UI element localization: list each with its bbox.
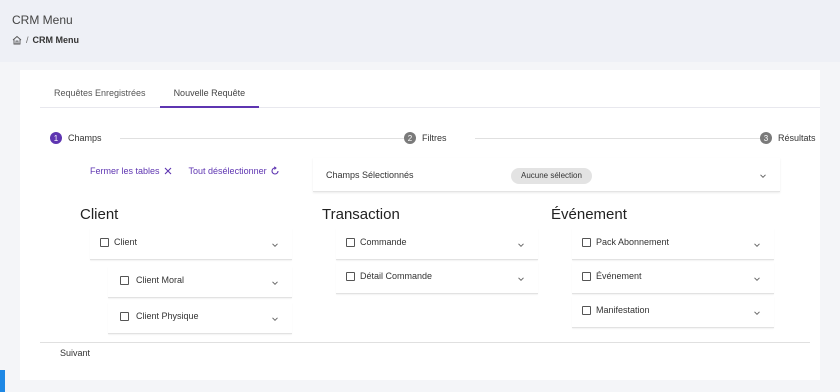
step-resultats[interactable]: 3 Résultats [760,132,816,144]
stepper: 1 Champs 2 Filtres 3 Résultats [50,132,820,146]
checkbox[interactable] [582,238,591,247]
refresh-icon [271,166,279,175]
chevron-down-icon[interactable] [270,240,280,250]
breadcrumb-separator: / [26,35,29,45]
table-item-label: Client Moral [136,275,185,285]
column-title-transaction: Transaction [322,206,400,223]
divider [40,342,810,343]
chevron-down-icon[interactable] [752,308,762,318]
breadcrumb: / CRM Menu [12,35,79,45]
step-number: 2 [404,132,416,144]
table-item-client-moral[interactable]: Client Moral [108,266,292,298]
step-number: 3 [760,132,772,144]
home-icon[interactable] [12,35,22,45]
chevron-down-icon[interactable] [752,274,762,284]
selected-fields-dropdown[interactable]: Champs Sélectionnés Aucune sélection [313,158,780,192]
step-label: Résultats [778,133,816,143]
checkbox[interactable] [346,238,355,247]
table-item-label: Pack Abonnement [596,237,670,247]
tab-new-query[interactable]: Nouvelle Requête [159,86,260,108]
table-actions: Fermer les tables Tout désélectionner [90,166,280,176]
close-tables-button[interactable]: Fermer les tables [90,166,173,176]
step-filtres[interactable]: 2 Filtres [404,132,447,144]
checkbox[interactable] [582,306,591,315]
chevron-down-icon[interactable] [758,171,768,181]
chevron-down-icon[interactable] [270,314,280,324]
table-item-label: Événement [596,271,642,281]
no-selection-chip: Aucune sélection [511,168,592,184]
step-connector [475,138,765,139]
tab-bar: Requêtes Enregistrées Nouvelle Requête [40,86,820,108]
close-icon [164,167,171,175]
chevron-down-icon[interactable] [516,274,526,284]
table-item-label: Client [114,237,138,247]
table-item-manifestation[interactable]: Manifestation [572,296,774,328]
step-number: 1 [50,132,62,144]
table-item-label: Commande [360,237,407,247]
checkbox[interactable] [582,272,591,281]
chevron-down-icon[interactable] [270,278,280,288]
breadcrumb-current: CRM Menu [32,35,80,45]
tab-saved-queries[interactable]: Requêtes Enregistrées [40,86,160,108]
checkbox[interactable] [120,312,129,321]
step-label: Filtres [422,133,447,143]
table-item-client-physique[interactable]: Client Physique [108,302,292,334]
chevron-down-icon[interactable] [752,240,762,250]
page-title: CRM Menu [12,13,73,27]
deselect-all-label: Tout désélectionner [188,166,267,176]
selected-fields-label: Champs Sélectionnés [326,170,414,180]
column-title-client: Client [80,206,119,223]
close-tables-label: Fermer les tables [90,166,160,176]
table-item-label: Client Physique [136,311,199,321]
left-accent-bar [0,370,5,392]
table-item-label: Détail Commande [360,271,433,281]
checkbox[interactable] [120,276,129,285]
table-item-commande[interactable]: Commande [336,228,538,260]
checkbox[interactable] [100,238,109,247]
step-label: Champs [68,133,102,143]
app-header: CRM Menu / CRM Menu [0,0,840,62]
table-item-client[interactable]: Client [90,228,292,260]
checkbox[interactable] [346,272,355,281]
deselect-all-button[interactable]: Tout désélectionner [189,166,280,176]
column-title-evenement: Événement [551,206,627,223]
step-champs[interactable]: 1 Champs [50,132,102,144]
next-button[interactable]: Suivant [60,348,90,358]
query-builder-card: Requêtes Enregistrées Nouvelle Requête 1… [20,70,820,380]
chevron-down-icon[interactable] [516,240,526,250]
table-item-label: Manifestation [596,305,650,315]
step-connector [120,138,410,139]
table-item-detail-commande[interactable]: Détail Commande [336,262,538,294]
table-item-evenement[interactable]: Événement [572,262,774,294]
table-item-pack-abonnement[interactable]: Pack Abonnement [572,228,774,260]
